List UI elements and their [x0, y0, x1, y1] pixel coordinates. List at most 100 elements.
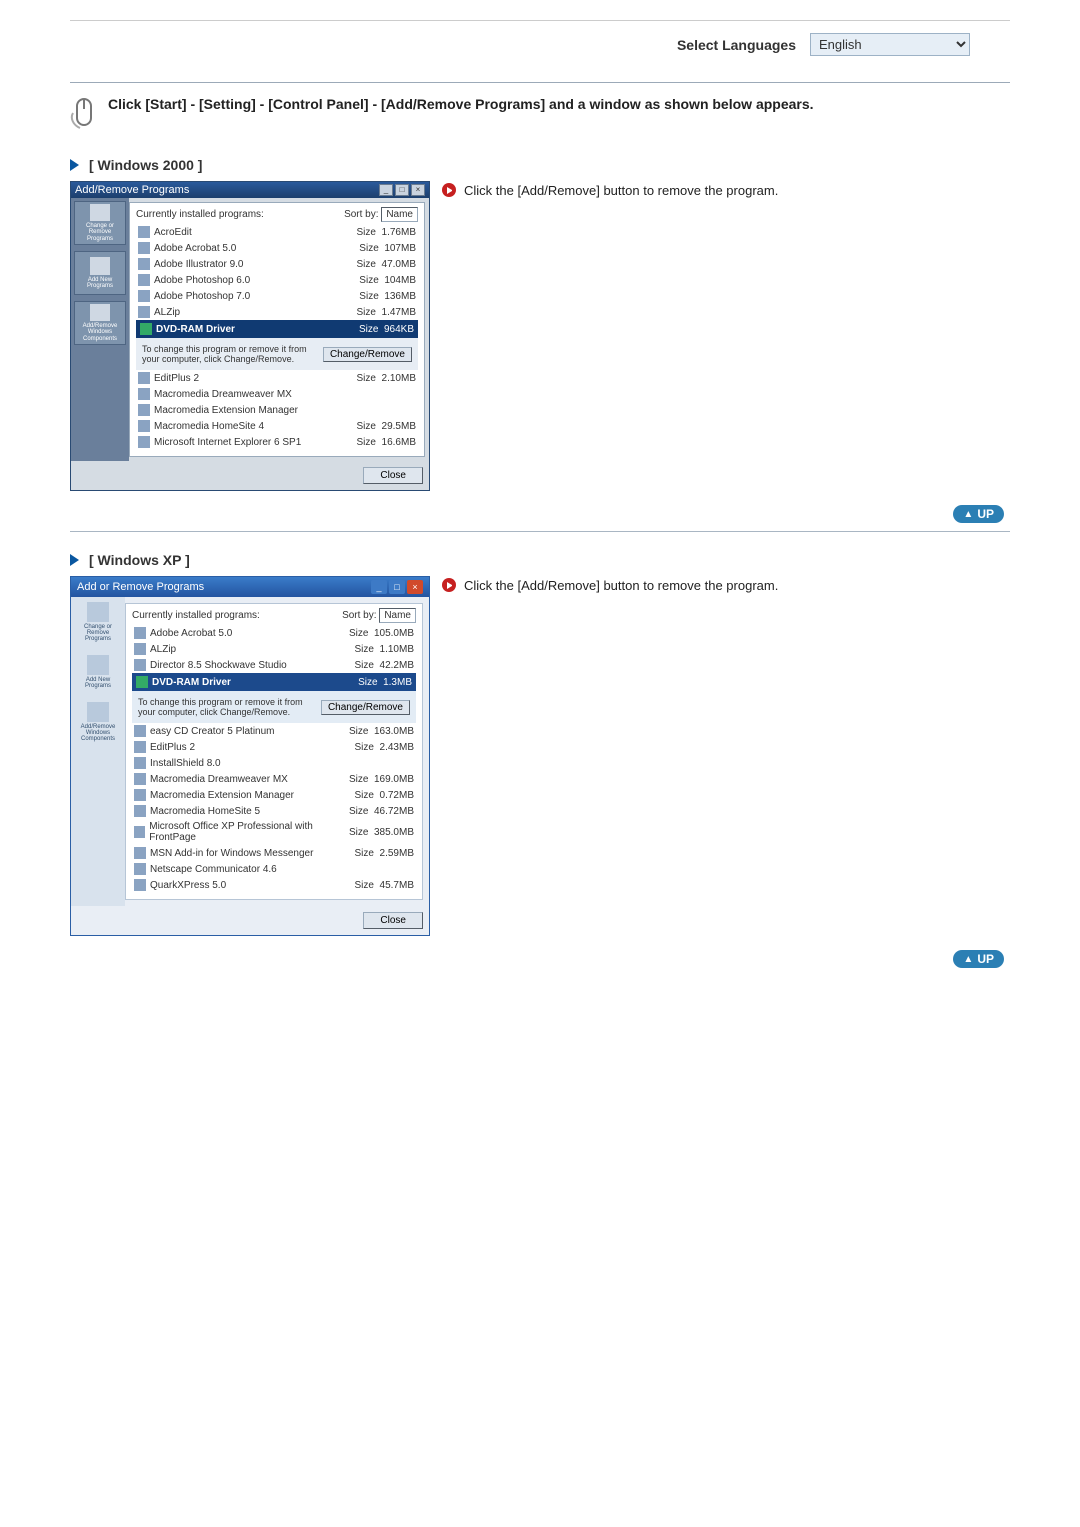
program-size: 107MB [384, 243, 416, 254]
program-row[interactable]: Macromedia HomeSite 5Size 46.72MB [132, 803, 416, 819]
program-row[interactable]: Director 8.5 Shockwave StudioSize 42.2MB [132, 657, 416, 673]
close-button[interactable]: × [411, 184, 425, 196]
program-row[interactable]: Adobe Photoshop 7.0Size 136MB [136, 288, 418, 304]
program-name: MSN Add-in for Windows Messenger [150, 848, 313, 859]
sidebar-item-label: Add/Remove Windows Components [77, 323, 123, 342]
app-icon [134, 847, 146, 859]
program-name: Microsoft Office XP Professional with Fr… [149, 821, 349, 843]
maximize-button[interactable]: □ [395, 184, 409, 196]
size-label: Size [355, 644, 374, 655]
sidebar-item-add-new[interactable]: Add New Programs [74, 251, 126, 295]
maximize-button[interactable]: □ [389, 580, 405, 594]
size-label: Size [359, 275, 378, 286]
program-row[interactable]: ALZipSize 1.47MB [136, 304, 418, 320]
sort-by-select[interactable]: Name [379, 608, 416, 623]
sort-by-label: Sort by: [342, 610, 376, 621]
language-select[interactable]: English [810, 33, 970, 56]
size-label: Size 1.76MB [357, 227, 416, 238]
app-icon [134, 863, 146, 875]
section-windows-2000-head: [ Windows 2000 ] [70, 157, 1010, 173]
sidebar-item-add-new[interactable]: Add New Programs [74, 650, 122, 694]
program-row[interactable]: EditPlus 2Size 2.10MB [136, 370, 418, 386]
app-icon [138, 420, 150, 432]
program-row[interactable]: Microsoft Office XP Professional with Fr… [132, 819, 416, 845]
program-size: 0.72MB [380, 790, 414, 801]
up-link[interactable]: UP [953, 950, 1004, 968]
app-icon [138, 242, 150, 254]
change-remove-button[interactable]: Change/Remove [323, 347, 412, 362]
program-row[interactable]: Netscape Communicator 4.6 [132, 861, 416, 877]
program-name: Adobe Photoshop 6.0 [154, 275, 250, 286]
components-icon [90, 304, 110, 321]
app-icon [138, 258, 150, 270]
program-name: Macromedia Dreamweaver MX [150, 774, 288, 785]
program-row[interactable]: easy CD Creator 5 PlatinumSize 163.0MB [132, 723, 416, 739]
app-icon [138, 388, 150, 400]
size-label: Size [359, 243, 378, 254]
program-name: Macromedia HomeSite 4 [154, 421, 264, 432]
app-icon [138, 226, 150, 238]
app-icon [134, 627, 146, 639]
program-row[interactable]: Macromedia Dreamweaver MXSize 169.0MB [132, 771, 416, 787]
intro-text: Click [Start] - [Setting] - [Control Pan… [108, 95, 814, 114]
program-size: 2.59MB [380, 848, 414, 859]
components-icon [87, 702, 109, 722]
program-row[interactable]: QuarkXPress 5.0Size 45.7MB [132, 877, 416, 893]
section-windows-xp-head: [ Windows XP ] [70, 552, 1010, 568]
minimize-button[interactable]: _ [371, 580, 387, 594]
app-icon [134, 643, 146, 655]
program-size: 169.0MB [374, 774, 414, 785]
program-name: AcroEdit [154, 227, 192, 238]
program-row[interactable]: Macromedia Dreamweaver MX [136, 386, 418, 402]
app-icon [138, 306, 150, 318]
up-link[interactable]: UP [953, 505, 1004, 523]
program-size: 1.76MB [382, 227, 416, 238]
sidebar-item-windows-components[interactable]: Add/Remove Windows Components [74, 700, 122, 744]
program-size: 136MB [384, 291, 416, 302]
close-dialog-button[interactable]: Close [363, 912, 423, 929]
program-row[interactable]: AcroEdit Size 1.76MB [136, 224, 418, 240]
program-row[interactable]: Macromedia Extension ManagerSize 0.72MB [132, 787, 416, 803]
sidebar-item-change-remove[interactable]: Change or Remove Programs [74, 201, 126, 245]
change-remove-button[interactable]: Change/Remove [321, 700, 410, 715]
program-name: EditPlus 2 [154, 373, 199, 384]
tip-text: Click the [Add/Remove] button to remove … [464, 578, 778, 593]
program-row-selected[interactable]: DVD-RAM DriverSize 964KB [136, 320, 418, 338]
program-size: 964KB [384, 324, 414, 335]
program-name: Director 8.5 Shockwave Studio [150, 660, 287, 671]
program-row[interactable]: Macromedia HomeSite 4Size 29.5MB [136, 418, 418, 434]
sort-by-label: Sort by: [344, 209, 378, 220]
program-row[interactable]: InstallShield 8.0 [132, 755, 416, 771]
close-button[interactable]: × [407, 580, 423, 594]
sidebar-item-change-remove[interactable]: Change or Remove Programs [74, 600, 122, 644]
program-row[interactable]: Adobe Acrobat 5.0Size 107MB [136, 240, 418, 256]
window-buttons: _ □ × [379, 184, 425, 196]
size-label: Size [357, 437, 376, 448]
app-icon [140, 323, 152, 335]
sort-by-select[interactable]: Name [381, 207, 418, 222]
program-size: 104MB [384, 275, 416, 286]
close-dialog-button[interactable]: Close [363, 467, 423, 484]
program-row[interactable]: ALZipSize 1.10MB [132, 641, 416, 657]
program-row[interactable]: Adobe Acrobat 5.0Size 105.0MB [132, 625, 416, 641]
program-row-selected[interactable]: DVD-RAM DriverSize 1.3MB [132, 673, 416, 691]
program-row[interactable]: EditPlus 2Size 2.43MB [132, 739, 416, 755]
language-label: Select Languages [677, 37, 796, 53]
disk-icon [87, 655, 109, 675]
disk-icon [90, 257, 110, 275]
change-remove-panel: To change this program or remove it from… [132, 691, 416, 723]
minimize-button[interactable]: _ [379, 184, 393, 196]
app-icon [138, 290, 150, 302]
program-row[interactable]: MSN Add-in for Windows MessengerSize 2.5… [132, 845, 416, 861]
size-label: Size [355, 660, 374, 671]
app-icon [134, 741, 146, 753]
program-row[interactable]: Adobe Illustrator 9.0Size 47.0MB [136, 256, 418, 272]
program-list: AcroEdit Size 1.76MB Adobe Acrobat 5.0Siz… [136, 224, 418, 450]
program-row[interactable]: Macromedia Extension Manager [136, 402, 418, 418]
program-row[interactable]: Microsoft Internet Explorer 6 SP1Size 16… [136, 434, 418, 450]
program-row[interactable]: Adobe Photoshop 6.0 Size 104MB [136, 272, 418, 288]
program-name: EditPlus 2 [150, 742, 195, 753]
sidebar-item-windows-components[interactable]: Add/Remove Windows Components [74, 301, 126, 345]
size-label: Size [357, 259, 376, 270]
program-size: 1.3MB [383, 677, 412, 688]
